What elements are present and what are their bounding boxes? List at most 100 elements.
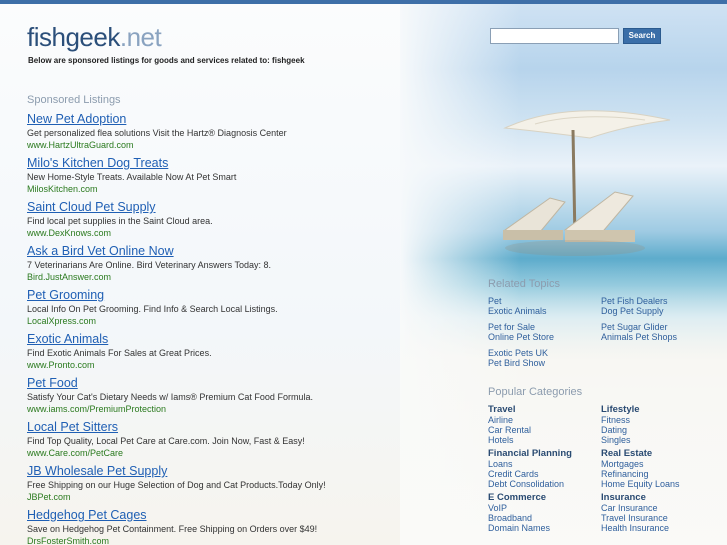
category-block: Insurance Car Insurance Travel Insurance… — [601, 492, 714, 533]
topic-column-right: Pet Fish Dealers Dog Pet Supply — [601, 296, 714, 316]
category-link[interactable]: VoIP — [488, 503, 601, 513]
category-block: Lifestyle Fitness Dating Singles — [601, 404, 714, 445]
search-input[interactable] — [490, 28, 619, 44]
listing-title[interactable]: Hedgehog Pet Cages — [27, 508, 427, 523]
category-title[interactable]: Travel — [488, 404, 601, 415]
category-link[interactable]: Fitness — [601, 415, 714, 425]
listing-item: Saint Cloud Pet Supply Find local pet su… — [27, 200, 427, 244]
listing-url[interactable]: DrsFosterSmith.com — [27, 536, 427, 545]
listing-title[interactable]: New Pet Adoption — [27, 112, 427, 127]
category-link[interactable]: Singles — [601, 435, 714, 445]
topic-column-left: Pet Exotic Animals — [488, 296, 601, 316]
logo-tld: .net — [119, 22, 162, 52]
listing-description: Get personalized flea solutions Visit th… — [27, 128, 287, 138]
related-topic-link[interactable]: Exotic Pets UK — [488, 348, 601, 358]
listing-description: Satisfy Your Cat's Dietary Needs w/ Iams… — [27, 392, 313, 402]
listing-url[interactable]: LocalXpress.com — [27, 316, 427, 327]
category-link[interactable]: Credit Cards — [488, 469, 601, 479]
topic-column-left: Pet for Sale Online Pet Store — [488, 322, 601, 342]
listing-title[interactable]: Saint Cloud Pet Supply — [27, 200, 427, 215]
category-link[interactable]: Health Insurance — [601, 523, 714, 533]
listing-title[interactable]: Local Pet Sitters — [27, 420, 427, 435]
related-topic-link[interactable]: Pet Bird Show — [488, 358, 601, 368]
related-topics-heading: Related Topics — [488, 278, 560, 290]
related-topic-link[interactable]: Exotic Animals — [488, 306, 601, 316]
listing-url[interactable]: www.Pronto.com — [27, 360, 427, 371]
sponsored-listings: New Pet Adoption Get personalized flea s… — [27, 112, 427, 545]
category-link[interactable]: Loans — [488, 459, 601, 469]
listing-description: 7 Veterinarians Are Online. Bird Veterin… — [27, 260, 271, 270]
listing-url[interactable]: www.Care.com/PetCare — [27, 448, 427, 459]
listing-title[interactable]: Exotic Animals — [27, 332, 427, 347]
top-bar — [0, 0, 727, 4]
related-topic-link[interactable]: Pet — [488, 296, 601, 306]
listing-item: Ask a Bird Vet Online Now 7 Veterinarian… — [27, 244, 427, 288]
category-link[interactable]: Home Equity Loans — [601, 479, 714, 489]
listing-title[interactable]: Pet Grooming — [27, 288, 427, 303]
category-link[interactable]: Travel Insurance — [601, 513, 714, 523]
category-link[interactable]: Debt Consolidation — [488, 479, 601, 489]
category-title[interactable]: Insurance — [601, 492, 714, 503]
listing-item: Milo's Kitchen Dog Treats New Home-Style… — [27, 156, 427, 200]
listing-url[interactable]: MilosKitchen.com — [27, 184, 427, 195]
category-link[interactable]: Hotels — [488, 435, 601, 445]
listing-description: Find local pet supplies in the Saint Clo… — [27, 216, 213, 226]
category-title[interactable]: Real Estate — [601, 448, 714, 459]
listing-item: Hedgehog Pet Cages Save on Hedgehog Pet … — [27, 508, 427, 545]
category-link[interactable]: Dating — [601, 425, 714, 435]
listing-title[interactable]: JB Wholesale Pet Supply — [27, 464, 427, 479]
category-link[interactable]: Car Rental — [488, 425, 601, 435]
listing-item: Local Pet Sitters Find Top Quality, Loca… — [27, 420, 427, 464]
listing-url[interactable]: JBPet.com — [27, 492, 427, 503]
category-title[interactable]: Lifestyle — [601, 404, 714, 415]
topic-column-left: Exotic Pets UK Pet Bird Show — [488, 348, 601, 368]
related-topic-link[interactable]: Animals Pet Shops — [601, 332, 714, 342]
site-logo[interactable]: fishgeek.net — [27, 22, 162, 53]
category-block: E Commerce VoIP Broadband Domain Names — [488, 492, 601, 533]
topic-group: Pet for Sale Online Pet Store Pet Sugar … — [488, 322, 718, 342]
related-topic-link[interactable]: Online Pet Store — [488, 332, 601, 342]
listing-url[interactable]: Bird.JustAnswer.com — [27, 272, 427, 283]
listing-title[interactable]: Milo's Kitchen Dog Treats — [27, 156, 427, 171]
sponsored-heading: Sponsored Listings — [27, 94, 121, 106]
topic-group: Exotic Pets UK Pet Bird Show — [488, 348, 718, 368]
listing-title[interactable]: Ask a Bird Vet Online Now — [27, 244, 427, 259]
listing-url[interactable]: www.DexKnows.com — [27, 228, 427, 239]
category-link[interactable]: Mortgages — [601, 459, 714, 469]
category-title[interactable]: Financial Planning — [488, 448, 601, 459]
page: fishgeek.net Below are sponsored listing… — [0, 0, 727, 545]
topic-group: Pet Exotic Animals Pet Fish Dealers Dog … — [488, 296, 718, 316]
logo-main: fishgeek — [27, 22, 120, 52]
category-row: Financial Planning Loans Credit Cards De… — [488, 448, 718, 489]
related-topic-link[interactable]: Pet Fish Dealers — [601, 296, 714, 306]
category-link[interactable]: Refinancing — [601, 469, 714, 479]
popular-categories-heading: Popular Categories — [488, 386, 583, 398]
related-topic-link[interactable]: Dog Pet Supply — [601, 306, 714, 316]
search-button[interactable]: Search — [623, 28, 661, 44]
related-topics: Pet Exotic Animals Pet Fish Dealers Dog … — [488, 296, 718, 374]
listing-description: Find Top Quality, Local Pet Care at Care… — [27, 436, 305, 446]
category-link[interactable]: Broadband — [488, 513, 601, 523]
listing-item: Pet Food Satisfy Your Cat's Dietary Need… — [27, 376, 427, 420]
listing-item: New Pet Adoption Get personalized flea s… — [27, 112, 427, 156]
listing-item: Pet Grooming Local Info On Pet Grooming.… — [27, 288, 427, 332]
topic-column-right: Pet Sugar Glider Animals Pet Shops — [601, 322, 714, 342]
listing-description: Save on Hedgehog Pet Containment. Free S… — [27, 524, 318, 534]
related-topic-link[interactable]: Pet for Sale — [488, 322, 601, 332]
category-block: Travel Airline Car Rental Hotels — [488, 404, 601, 445]
category-link[interactable]: Domain Names — [488, 523, 601, 533]
popular-categories: Travel Airline Car Rental Hotels Lifesty… — [488, 404, 718, 536]
listing-description: Find Exotic Animals For Sales at Great P… — [27, 348, 212, 358]
category-block: Financial Planning Loans Credit Cards De… — [488, 448, 601, 489]
listing-url[interactable]: www.HartzUltraGuard.com — [27, 140, 427, 151]
listing-item: JB Wholesale Pet Supply Free Shipping on… — [27, 464, 427, 508]
listing-description: Local Info On Pet Grooming. Find Info & … — [27, 304, 278, 314]
category-row: Travel Airline Car Rental Hotels Lifesty… — [488, 404, 718, 445]
listing-url[interactable]: www.iams.com/PremiumProtection — [27, 404, 427, 415]
beach-umbrella-image — [503, 110, 671, 256]
category-link[interactable]: Airline — [488, 415, 601, 425]
related-topic-link[interactable]: Pet Sugar Glider — [601, 322, 714, 332]
category-link[interactable]: Car Insurance — [601, 503, 714, 513]
category-title[interactable]: E Commerce — [488, 492, 601, 503]
listing-title[interactable]: Pet Food — [27, 376, 427, 391]
